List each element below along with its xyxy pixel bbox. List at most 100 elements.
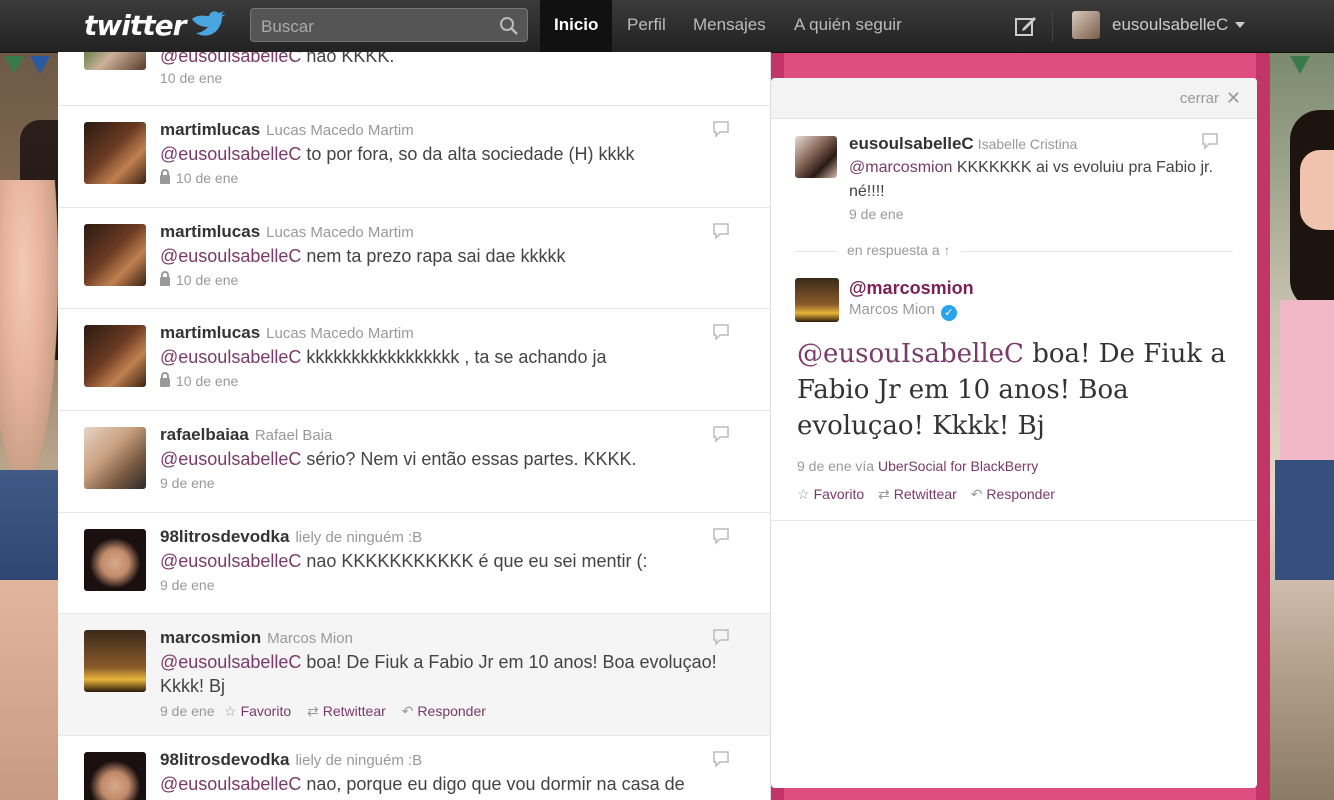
search-input[interactable] — [259, 15, 493, 39]
reply-button[interactable]: ↶ Responder — [971, 486, 1055, 502]
tweet-text: @eusoulsabelleC sério? Nem vi então essa… — [160, 449, 637, 469]
reply-bubble-icon[interactable] — [712, 750, 730, 768]
tweet-selected[interactable]: marcosmion Marcos Mion @eusoulsabelleC bo… — [58, 614, 770, 736]
lock-icon — [160, 372, 170, 387]
close-button[interactable]: cerrar — [1180, 90, 1219, 107]
tweet-text: @eusoulsabelleC kkkkkkkkkkkkkkkkk , ta s… — [160, 347, 607, 367]
tweet[interactable]: martimlucas Lucas Macedo Martim @eusoulsa… — [58, 309, 770, 411]
original-tweet[interactable]: eusoulsabelleC Isabelle Cristina @marcosm… — [771, 118, 1257, 248]
tweet-time[interactable]: 9 de ene — [160, 703, 215, 719]
tweet-username[interactable]: martimlucas Lucas Macedo Martim — [160, 323, 414, 343]
avatar[interactable] — [84, 52, 146, 70]
avatar[interactable] — [795, 278, 839, 322]
search-icon[interactable] — [499, 16, 519, 36]
lock-icon — [160, 169, 170, 184]
in-reply-label[interactable]: en respuesta a ↑ — [837, 242, 961, 258]
mention-link[interactable]: @eusoulsabelleC — [160, 551, 301, 571]
reply-bubble-icon[interactable] — [712, 628, 730, 646]
favorite-button[interactable]: ☆ Favorito — [797, 486, 864, 502]
mention-link[interactable]: @marcosmion — [849, 159, 952, 176]
tweet-time[interactable]: 9 de ene — [849, 206, 904, 222]
tweet-username[interactable]: marcosmion Marcos Mion — [160, 628, 353, 648]
tweet-username[interactable]: 98litrosdevodka liely de ninguém :B — [160, 750, 422, 770]
tweet[interactable]: @eusoulsabelleC nao KKKK. 10 de ene — [58, 52, 770, 106]
tweet-text: @eusoulsabelleC nem ta prezo rapa sai da… — [160, 246, 566, 266]
tweet-time[interactable]: 9 de ene — [160, 577, 215, 593]
reply-bubble-icon[interactable] — [712, 323, 730, 341]
reply-bubble-icon[interactable] — [712, 120, 730, 138]
lock-icon — [160, 271, 170, 286]
tweet[interactable]: 98litrosdevodka liely de ninguém :B @euso… — [58, 736, 770, 800]
tweet-username[interactable]: 98litrosdevodka liely de ninguém :B — [160, 527, 422, 547]
avatar[interactable] — [84, 224, 146, 286]
mention-link[interactable]: @eusoulsabelleC — [160, 774, 301, 794]
reply-bubble-icon[interactable] — [1201, 132, 1219, 150]
mention-link[interactable]: @eusoulsabelleC — [160, 144, 301, 164]
tweet[interactable]: martimlucas Lucas Macedo Martim @eusoulsa… — [58, 106, 770, 208]
retweet-button[interactable]: ⇄ Retwittear — [878, 486, 957, 502]
star-icon: ☆ — [224, 703, 237, 719]
reply-icon: ↶ — [401, 703, 414, 719]
close-icon[interactable]: ✕ — [1226, 88, 1241, 109]
tweet-fullname[interactable]: Marcos Mion ✓ — [849, 301, 957, 321]
reply-bubble-icon[interactable] — [712, 527, 730, 545]
reply-bubble-icon[interactable] — [712, 425, 730, 443]
pane-header: cerrar ✕ — [771, 78, 1257, 119]
mention-link[interactable]: @eusouIsabelleC — [797, 339, 1024, 369]
tweet-time[interactable]: 9 de ene — [160, 475, 215, 491]
avatar[interactable] — [84, 630, 146, 692]
nav-home[interactable]: Inicio — [540, 0, 613, 52]
avatar[interactable] — [84, 427, 146, 489]
current-user-name[interactable]: eusoulsabelleC — [1112, 15, 1228, 35]
avatar[interactable] — [1072, 11, 1100, 39]
tweet[interactable]: rafaelbaiaa Rafael Baia @eusoulsabelleC s… — [58, 411, 770, 513]
twitter-logo[interactable]: twitter — [84, 9, 186, 42]
avatar[interactable] — [84, 122, 146, 184]
tweet-text: @eusoulsabelleC to por fora, so da alta … — [160, 144, 635, 164]
tweet-text: @marcosmion KKKKKKK ai vs evoluiu pra Fa… — [849, 159, 1213, 200]
nav-profile[interactable]: Perfil — [613, 0, 680, 52]
tweet-handle[interactable]: @marcosmion — [849, 278, 974, 299]
mention-link[interactable]: @eusoulsabelleC — [160, 246, 301, 266]
verified-icon: ✓ — [940, 305, 957, 321]
favorite-button[interactable]: ☆ Favorito — [224, 703, 291, 719]
avatar[interactable] — [84, 529, 146, 591]
tweet-username[interactable]: rafaelbaiaa Rafael Baia — [160, 425, 332, 445]
tweet[interactable]: 98litrosdevodka liely de ninguém :B @euso… — [58, 513, 770, 614]
retweet-icon: ⇄ — [878, 486, 890, 502]
retweet-button[interactable]: ⇄ Retwittear — [307, 703, 386, 719]
tweet[interactable]: martimlucas Lucas Macedo Martim @eusoulsa… — [58, 208, 770, 309]
tweet-time[interactable]: 9 de ene — [797, 458, 852, 474]
nav-messages[interactable]: Mensajes — [679, 0, 780, 52]
mention-link[interactable]: @eusoulsabelleC — [160, 449, 301, 469]
avatar[interactable] — [84, 325, 146, 387]
caret-down-icon[interactable] — [1235, 22, 1245, 28]
tweet-username[interactable]: martimlucas Lucas Macedo Martim — [160, 222, 414, 242]
mention-link[interactable]: @eusoulsabelleC — [160, 52, 301, 66]
avatar[interactable] — [795, 136, 837, 178]
in-reply-divider: en respuesta a ↑ — [771, 242, 1257, 262]
tweet-meta: 9 de ene vía UberSocial for BlackBerry — [797, 458, 1038, 474]
focused-tweet: @marcosmion Marcos Mion ✓ @eusouIsabelleC… — [771, 268, 1257, 521]
tweet-username[interactable]: martimlucas Lucas Macedo Martim — [160, 120, 414, 140]
mention-link[interactable]: @eusoulsabelleC — [160, 347, 301, 367]
top-bar: twitter Inicio Perfil Mensajes A quién s… — [0, 0, 1334, 53]
tweet-text: @eusoulsabelleC nao, porque eu digo que … — [160, 774, 685, 794]
tweet-actions: ☆ Favorito ⇄ Retwittear ↶ Responder — [224, 703, 498, 720]
bird-icon[interactable] — [190, 11, 226, 39]
nav-who-to-follow[interactable]: A quién seguir — [780, 0, 916, 52]
reply-bubble-icon[interactable] — [712, 222, 730, 240]
source-link[interactable]: UberSocial for BlackBerry — [878, 458, 1038, 474]
avatar[interactable] — [84, 752, 146, 800]
tweet-time[interactable]: 10 de ene — [160, 372, 238, 389]
tweet-text: @eusouIsabelleC boa! De Fiuk a Fabio Jr … — [797, 339, 1226, 441]
star-icon: ☆ — [797, 486, 810, 502]
tweet-time[interactable]: 10 de ene — [160, 271, 238, 288]
compose-icon[interactable] — [1014, 14, 1038, 38]
tweet-time[interactable]: 10 de ene — [160, 70, 222, 86]
tweet-time[interactable]: 10 de ene — [160, 169, 238, 186]
reply-button[interactable]: ↶ Responder — [402, 703, 486, 719]
search-box[interactable] — [250, 8, 528, 42]
mention-link[interactable]: @eusoulsabelleC — [160, 652, 301, 672]
tweet-username[interactable]: eusoulsabelleC Isabelle Cristina — [849, 134, 1077, 154]
